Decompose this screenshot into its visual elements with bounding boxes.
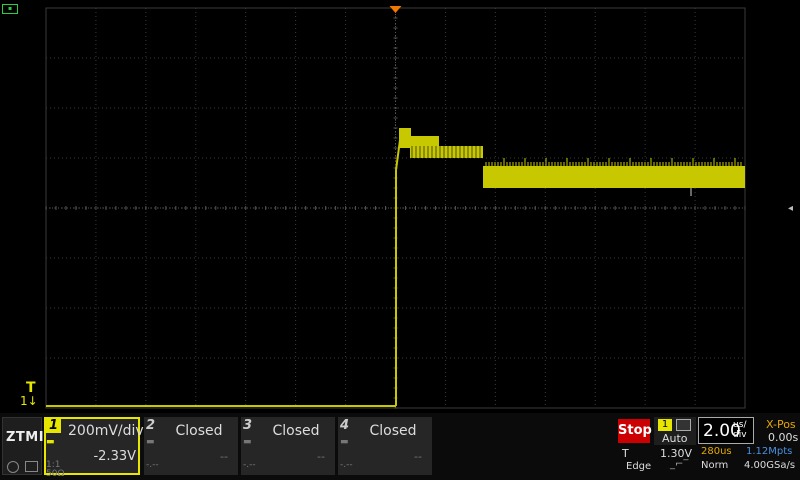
ch2-probe-placeholder: -.--: [146, 460, 159, 470]
trigger-source[interactable]: 1: [658, 419, 672, 431]
xpos-label: X-Pos: [766, 418, 796, 431]
timebase-unit: us/ div: [733, 420, 747, 440]
waveform-display[interactable]: [0, 0, 800, 413]
ch2-offset[interactable]: --: [170, 450, 228, 463]
ch3-offset[interactable]: --: [267, 450, 325, 463]
sample-rate: 4.00GSa/s: [744, 460, 796, 471]
ch4-dual-icon: ▬: [340, 437, 349, 447]
ch3-probe-placeholder: -.--: [243, 460, 256, 470]
ch4-number: 4: [340, 418, 350, 433]
run-stop-button[interactable]: Stop: [618, 419, 652, 443]
ch3-dual-icon: ▬: [243, 437, 252, 447]
memory-depth[interactable]: 1.12Mpts: [746, 446, 792, 457]
screenshot-icon[interactable]: [25, 461, 38, 472]
ch1-dual-icon: ▬: [46, 437, 55, 447]
expand-menu-arrow-icon[interactable]: ◂: [788, 203, 793, 214]
xpos-value[interactable]: 0.00s: [768, 431, 798, 444]
ch2-dual-icon: ▬: [146, 437, 155, 447]
trigger-level-marker[interactable]: T: [26, 381, 36, 395]
battery-icon: ▪: [2, 4, 18, 14]
logo-text: ZTMI: [6, 430, 45, 445]
timebase-unit-top: us/: [733, 420, 747, 430]
acquire-mode[interactable]: Norm: [701, 460, 728, 471]
trigger-label: T: [622, 447, 629, 460]
trace-settled-band: [483, 166, 745, 188]
trace-peak: [399, 128, 411, 138]
trigger-mode[interactable]: Auto: [662, 432, 688, 445]
ch1-ground-marker[interactable]: 1↓: [20, 394, 38, 408]
ch1-number: 1: [46, 419, 62, 433]
zoom-icon[interactable]: [7, 461, 19, 473]
ch4-offset[interactable]: --: [364, 450, 422, 463]
ch1-scale[interactable]: 200mV/div: [68, 423, 144, 439]
ch4-scale[interactable]: Closed: [354, 423, 432, 439]
trigger-coupling-icon: [676, 419, 691, 431]
trigger-type[interactable]: Edge: [626, 461, 651, 472]
ch4-probe-placeholder: -.--: [340, 460, 353, 470]
ch2-number: 2: [146, 418, 156, 433]
ch1-offset[interactable]: -2.33V: [60, 449, 136, 465]
memory-time: 280us: [701, 446, 732, 457]
logo-button[interactable]: ZTMI: [2, 417, 45, 475]
rising-edge-icon: _⌐‾: [670, 459, 689, 470]
timebase-unit-bottom: div: [733, 430, 747, 440]
ch2-scale[interactable]: Closed: [160, 423, 238, 439]
ch1-impedance: 50Ω: [46, 469, 65, 479]
oscilloscope-screen: ▪ T 1↓ ◂ ZTMI 1 200mV/div ▬ -2.33V 1:1 5…: [0, 0, 800, 480]
ch3-scale[interactable]: Closed: [257, 423, 335, 439]
ch3-number: 3: [243, 418, 253, 433]
